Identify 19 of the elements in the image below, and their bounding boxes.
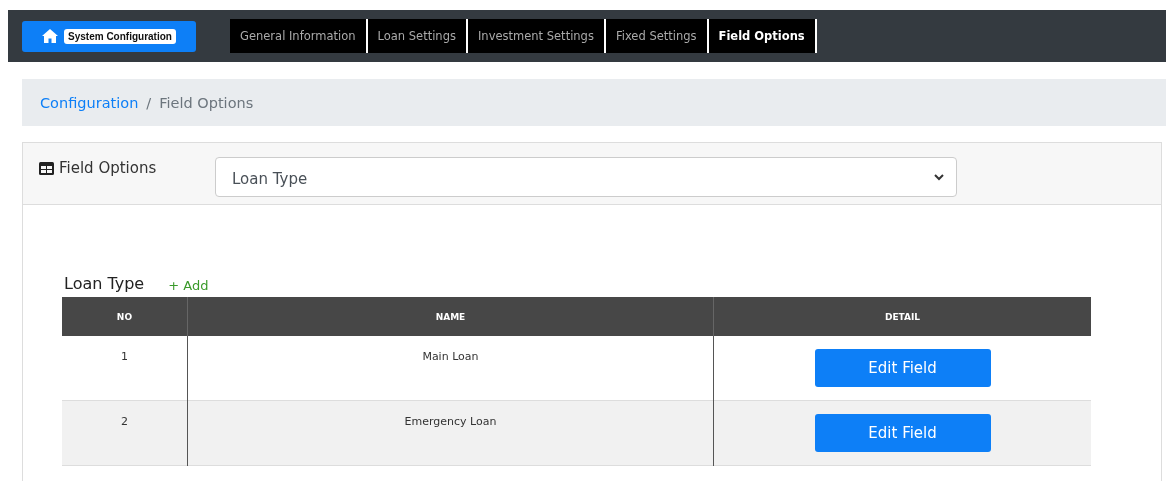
home-button[interactable]: System Configuration <box>22 20 196 52</box>
section-title: Loan Type <box>64 274 145 293</box>
column-header: DETAIL <box>713 297 1091 336</box>
table-cell: 1 <box>62 336 188 401</box>
edit-field-button[interactable]: Edit Field <box>814 349 991 387</box>
table-cell: 2 <box>62 400 188 466</box>
card-title: Field Options <box>59 159 157 177</box>
edit-field-button[interactable]: Edit Field <box>814 414 991 452</box>
type-select[interactable]: Loan Type <box>215 157 957 197</box>
add-link[interactable]: + Add <box>168 278 209 293</box>
chevron-down-icon <box>934 173 944 181</box>
breadcrumb-separator: / <box>146 94 152 111</box>
table-cell: Emergency Loan <box>187 400 714 466</box>
column-header: NO <box>62 297 188 336</box>
home-icon <box>42 29 59 43</box>
column-header: NAME <box>187 297 714 336</box>
breadcrumb-current: Field Options <box>159 94 254 111</box>
table-icon <box>39 161 54 175</box>
table-cell: Main Loan <box>187 336 714 401</box>
